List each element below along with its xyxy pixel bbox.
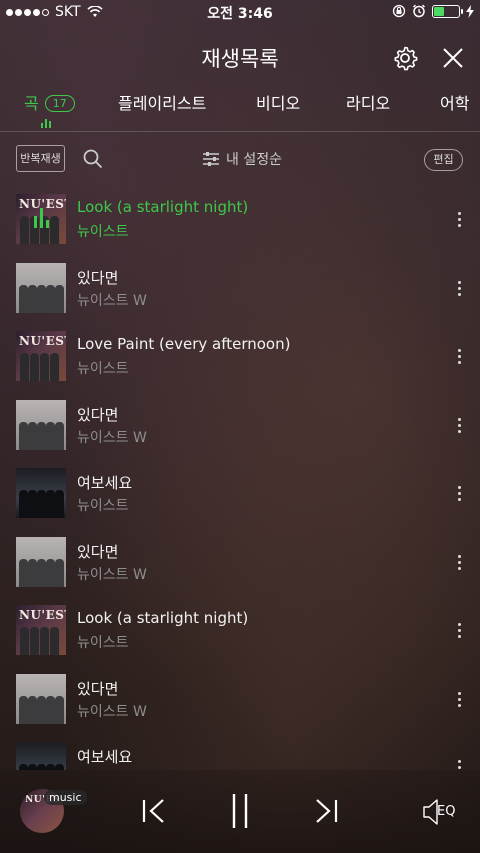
song-title: 있다면: [77, 269, 119, 287]
song-row[interactable]: 여보세요: [0, 734, 480, 770]
song-artist: 뉴이스트: [77, 361, 129, 377]
song-artist: 뉴이스트: [77, 498, 129, 514]
album-cover-logo: NU'EST: [19, 334, 66, 348]
player-bar: NU'EST music EQ: [0, 770, 480, 853]
category-tabs: 곡 17 플레이리스트 비디오 라디오 어학: [0, 86, 480, 132]
more-options-icon[interactable]: [456, 623, 462, 639]
tab-playlists[interactable]: 플레이리스트: [118, 90, 206, 114]
eq-label: EQ: [437, 804, 456, 819]
search-icon[interactable]: [82, 148, 104, 170]
song-artist: 뉴이스트 W: [77, 567, 147, 583]
battery-icon: [432, 4, 463, 18]
album-cover-logo: NU'EST: [19, 608, 66, 622]
song-artist: 뉴이스트 W: [77, 293, 147, 309]
header: 재생목록: [0, 38, 480, 78]
album-art: [16, 674, 66, 724]
album-art: [16, 468, 66, 518]
charging-icon: [466, 4, 474, 18]
song-row[interactable]: NU'EST Love Paint (every afternoon) 뉴이스트: [0, 323, 480, 391]
song-title: 여보세요: [77, 748, 133, 766]
song-row[interactable]: NU'EST Look (a starlight night) 뉴이스트: [0, 597, 480, 665]
list-toolbar: 반복재생 내 설정순 편집: [0, 142, 480, 178]
tab-video[interactable]: 비디오: [256, 90, 300, 114]
song-artist: 뉴이스트 W: [77, 430, 147, 446]
more-options-icon[interactable]: [456, 555, 462, 571]
song-row[interactable]: 있다면뉴이스트 W: [0, 666, 480, 734]
song-title: 여보세요: [77, 474, 133, 492]
music-badge: music: [44, 790, 87, 805]
song-title: Love Paint (every afternoon): [77, 335, 291, 353]
tab-radio[interactable]: 라디오: [346, 90, 390, 114]
song-title: Look (a starlight night): [77, 609, 249, 627]
album-art: NU'EST: [16, 605, 66, 655]
sort-order-button[interactable]: 내 설정순: [202, 149, 282, 169]
tab-songs[interactable]: 곡 17: [24, 90, 75, 114]
sliders-icon: [203, 152, 219, 166]
close-icon[interactable]: [438, 43, 468, 73]
album-art: NU'EST: [16, 331, 66, 381]
song-row[interactable]: 있다면뉴이스트 W: [0, 392, 480, 460]
more-options-icon[interactable]: [456, 349, 462, 365]
song-row[interactable]: NU'EST Look (a starlight night) 뉴이스트: [0, 186, 480, 254]
album-art: [16, 263, 66, 313]
more-options-icon[interactable]: [456, 486, 462, 502]
tab-songs-count-badge: 17: [44, 95, 75, 112]
settings-gear-icon[interactable]: [390, 43, 420, 73]
now-playing-equalizer-icon: [41, 118, 51, 128]
song-artist: 뉴이스트 W: [77, 704, 147, 720]
more-options-icon[interactable]: [456, 418, 462, 434]
song-artist: 뉴이스트: [77, 224, 129, 240]
status-right: [392, 4, 474, 18]
song-title: 있다면: [77, 680, 119, 698]
status-bar: SKT 오전 3:46: [0, 0, 480, 24]
pause-icon[interactable]: [228, 792, 252, 830]
tab-songs-label: 곡: [24, 94, 39, 113]
more-options-icon[interactable]: [456, 692, 462, 708]
song-title: Look (a starlight night): [77, 198, 249, 216]
orientation-lock-icon: [392, 4, 406, 18]
song-list: NU'ESTLook (a starlight night)뉴이스트있다면뉴이스…: [0, 186, 480, 770]
edit-button[interactable]: 편집: [424, 149, 463, 171]
song-title: 있다면: [77, 406, 119, 424]
more-options-icon[interactable]: [456, 281, 462, 297]
album-art: [16, 537, 66, 587]
album-art: [16, 742, 66, 770]
song-title: 있다면: [77, 543, 119, 561]
equalizer-button[interactable]: EQ: [420, 797, 460, 827]
more-options-icon[interactable]: [456, 212, 462, 228]
sort-order-label: 내 설정순: [226, 152, 282, 168]
song-row[interactable]: 여보세요뉴이스트: [0, 460, 480, 528]
now-playing-bars-icon: [34, 206, 49, 228]
more-options-icon[interactable]: [456, 760, 462, 770]
song-artist: 뉴이스트: [77, 635, 129, 651]
repeat-button[interactable]: 반복재생: [16, 145, 65, 172]
next-track-icon[interactable]: [312, 796, 340, 826]
tab-language[interactable]: 어학: [440, 90, 469, 114]
alarm-icon: [412, 4, 426, 18]
song-row[interactable]: 있다면뉴이스트 W: [0, 529, 480, 597]
album-art: NU'EST: [16, 194, 66, 244]
previous-track-icon[interactable]: [140, 796, 168, 826]
album-art: [16, 400, 66, 450]
song-row[interactable]: 있다면뉴이스트 W: [0, 255, 480, 323]
